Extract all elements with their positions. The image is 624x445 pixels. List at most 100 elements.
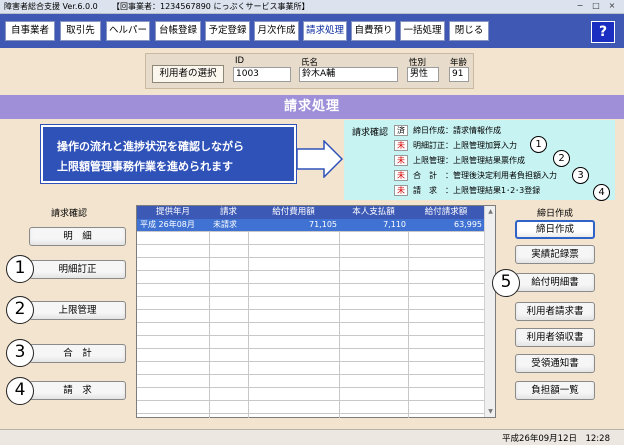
- receipt-notice-button[interactable]: 受領通知書: [515, 354, 595, 373]
- user-invoice-button[interactable]: 利用者請求書: [515, 302, 595, 321]
- status-badge: 未: [394, 140, 408, 151]
- empty-row: [137, 271, 495, 284]
- step-marker: 2: [6, 296, 34, 324]
- menu-client[interactable]: 取引先: [60, 21, 101, 41]
- detail-button[interactable]: 明 細: [29, 227, 126, 246]
- empty-row: [137, 284, 495, 297]
- menu-close[interactable]: 閉じる: [449, 21, 489, 41]
- status-row: 未明細訂正：上限管理加算入力: [394, 140, 517, 152]
- empty-row: [137, 388, 495, 401]
- empty-row: [137, 362, 495, 375]
- status-badge: 未: [394, 185, 408, 196]
- column-header[interactable]: 請求: [209, 206, 248, 219]
- menu-self-pay[interactable]: 自費預り: [351, 21, 396, 41]
- gender-field[interactable]: 男性: [407, 67, 439, 82]
- empty-row: [137, 258, 495, 271]
- menu-bar: 自事業者 取引先 ヘルパー 台帳登録 予定登録 月次作成 請求処理 自費預り 一…: [0, 14, 624, 48]
- status-text: 請 求 ：上限管理結果1･2･3登録: [413, 186, 541, 195]
- page-title: 請求処理: [0, 95, 624, 119]
- title-bar: 障害者総合支援 Ver.6.0.0 【回事業者：1234567890 にっぷくサ…: [0, 0, 624, 14]
- step-marker: 4: [6, 377, 34, 405]
- empty-row: [137, 323, 495, 336]
- user-receipt-button[interactable]: 利用者領収書: [515, 328, 595, 347]
- empty-row: [137, 401, 495, 414]
- column-header[interactable]: 給付費用額: [248, 206, 339, 219]
- billing-table: 提供年月 請求 給付費用額 本人支払額 給付請求額 平成 26年08月 未請求 …: [136, 205, 496, 418]
- right-column-heading: 締日作成: [537, 209, 574, 219]
- step-marker: 1: [530, 136, 547, 153]
- table-row[interactable]: 平成 26年08月 未請求 71,105 7,110 63,995: [137, 219, 495, 232]
- menu-batch[interactable]: 一括処理: [400, 21, 445, 41]
- closing-create-button[interactable]: 締日作成: [515, 220, 595, 239]
- maximize-button[interactable]: □: [589, 1, 603, 12]
- empty-row: [137, 232, 495, 245]
- table-cell: 平成 26年08月: [140, 220, 195, 229]
- name-field[interactable]: 鈴木A輔: [299, 67, 398, 82]
- step-marker: 5: [492, 269, 520, 297]
- status-text: 合 計 ：管理後決定利用者負担額入力: [413, 171, 557, 180]
- status-badge: 済: [394, 125, 408, 136]
- status-text: 明細訂正：上限管理加算入力: [413, 141, 517, 150]
- step-marker: 4: [593, 184, 610, 201]
- status-row: 未上限管理：上限管理結果票作成: [394, 155, 525, 167]
- scroll-up-icon[interactable]: ▲: [485, 206, 496, 217]
- empty-row: [137, 336, 495, 349]
- status-badge: 未: [394, 170, 408, 181]
- status-badge: 未: [394, 155, 408, 166]
- id-label: ID: [235, 56, 245, 66]
- left-column-heading: 請求確認: [51, 209, 88, 219]
- arrow-right-icon: [296, 140, 344, 178]
- status-row: 済締日作成：請求情報作成: [394, 125, 501, 137]
- status-text: 上限管理：上限管理結果票作成: [413, 156, 525, 165]
- app-window: 障害者総合支援 Ver.6.0.0 【回事業者：1234567890 にっぷくサ…: [0, 0, 624, 445]
- help-button[interactable]: ?: [591, 21, 615, 43]
- empty-row: [137, 375, 495, 388]
- detail-correction-button[interactable]: 明細訂正: [29, 260, 126, 279]
- scroll-down-icon[interactable]: ▼: [485, 406, 496, 417]
- menu-own-office[interactable]: 自事業者: [5, 21, 55, 41]
- table-header: 提供年月 請求 給付費用額 本人支払額 給付請求額: [137, 206, 495, 219]
- column-header[interactable]: 提供年月: [137, 206, 209, 219]
- service-record-button[interactable]: 実績記録票: [515, 245, 595, 264]
- app-title: 障害者総合支援 Ver.6.0.0: [4, 2, 98, 11]
- menu-helper[interactable]: ヘルパー: [106, 21, 150, 41]
- benefit-statement-button[interactable]: 給付明細書: [515, 273, 595, 292]
- id-field[interactable]: 1003: [233, 67, 291, 82]
- upper-limit-button[interactable]: 上限管理: [29, 301, 126, 320]
- table-cell: 71,105: [309, 220, 337, 229]
- callout-line-2: 上限額管理事務作業を進められます: [57, 160, 233, 173]
- empty-row: [137, 349, 495, 362]
- status-title: 請求確認: [352, 128, 389, 138]
- datetime-display: 平成26年09月12日 12:28: [502, 434, 610, 444]
- status-row: 未請 求 ：上限管理結果1･2･3登録: [394, 185, 540, 197]
- table-cell: 7,110: [383, 220, 406, 229]
- column-header[interactable]: 本人支払額: [339, 206, 408, 219]
- burden-list-button[interactable]: 負担額一覧: [515, 381, 595, 400]
- age-field[interactable]: 91: [449, 67, 469, 82]
- status-bar: 平成26年09月12日 12:28: [0, 429, 624, 445]
- step-marker: 1: [6, 255, 34, 283]
- empty-row: [137, 245, 495, 258]
- table-cell: 未請求: [213, 220, 237, 229]
- table-scrollbar[interactable]: ▲ ▼: [484, 206, 495, 417]
- instruction-callout: 操作の流れと進捗状況を確認しながら 上限額管理事務作業を進められます: [40, 124, 297, 184]
- menu-billing[interactable]: 請求処理: [303, 21, 347, 41]
- minimize-button[interactable]: −: [573, 1, 587, 12]
- total-button[interactable]: 合 計: [29, 344, 126, 363]
- column-header[interactable]: 給付請求額: [408, 206, 484, 219]
- step-marker: 3: [572, 167, 589, 184]
- empty-row: [137, 310, 495, 323]
- select-user-button[interactable]: 利用者の選択: [152, 65, 224, 83]
- status-text: 締日作成：請求情報作成: [413, 126, 501, 135]
- menu-schedule[interactable]: 予定登録: [205, 21, 250, 41]
- callout-line-1: 操作の流れと進捗状況を確認しながら: [57, 140, 244, 153]
- billing-button[interactable]: 請 求: [29, 381, 126, 400]
- menu-ledger[interactable]: 台帳登録: [155, 21, 201, 41]
- step-marker: 2: [553, 150, 570, 167]
- office-title: 【回事業者：1234567890 にっぷくサービス事業所】: [112, 2, 310, 11]
- empty-row: [137, 297, 495, 310]
- step-marker: 3: [6, 339, 34, 367]
- close-window-button[interactable]: ×: [605, 1, 619, 12]
- menu-monthly[interactable]: 月次作成: [254, 21, 299, 41]
- status-row: 未合 計 ：管理後決定利用者負担額入力: [394, 170, 557, 182]
